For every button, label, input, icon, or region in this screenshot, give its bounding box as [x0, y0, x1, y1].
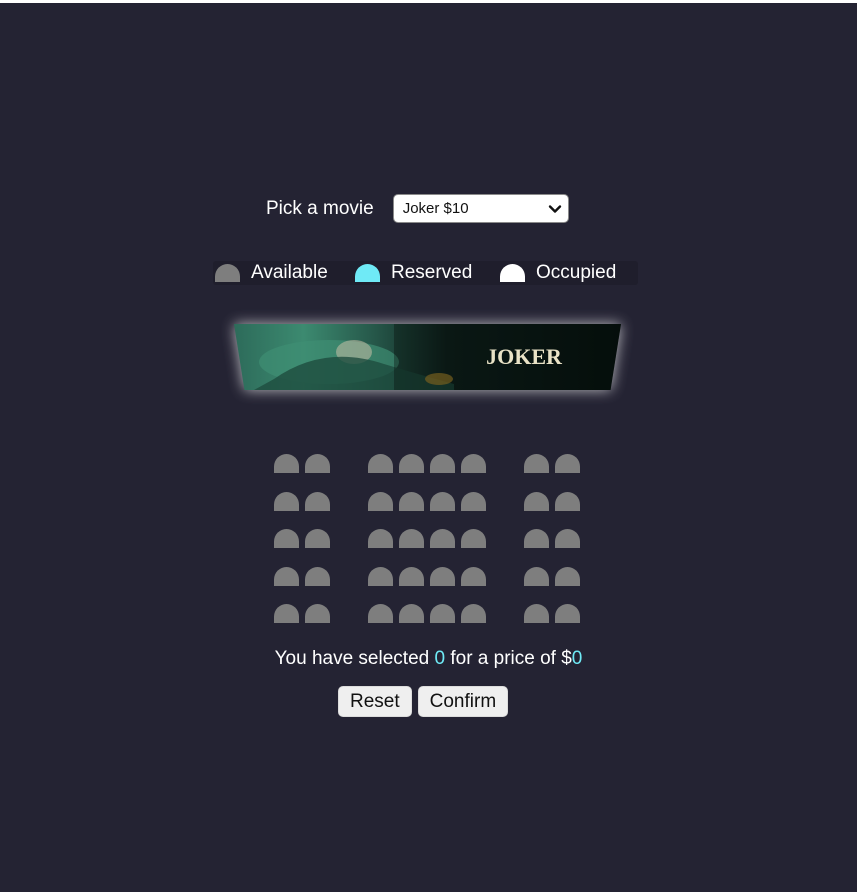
seat[interactable] — [399, 492, 424, 511]
action-buttons: Reset Confirm — [338, 686, 514, 717]
seat-row — [0, 604, 857, 623]
movie-select-value: Joker $10 — [402, 200, 469, 217]
seat[interactable] — [430, 529, 455, 548]
seat[interactable] — [368, 529, 393, 548]
movie-picker: Pick a movie Joker $10 — [266, 194, 569, 223]
seat[interactable] — [368, 567, 393, 586]
seat[interactable] — [524, 529, 549, 548]
seat[interactable] — [461, 604, 486, 623]
seat[interactable] — [430, 604, 455, 623]
legend-label-available: Available — [251, 262, 328, 283]
seat[interactable] — [555, 604, 580, 623]
seat[interactable] — [274, 529, 299, 548]
seat[interactable] — [524, 567, 549, 586]
seat[interactable] — [555, 492, 580, 511]
seat[interactable] — [305, 492, 330, 511]
seat[interactable] — [555, 529, 580, 548]
legend-label-reserved: Reserved — [391, 262, 473, 283]
seat[interactable] — [305, 567, 330, 586]
seat[interactable] — [524, 454, 549, 473]
seat[interactable] — [524, 604, 549, 623]
seat[interactable] — [399, 529, 424, 548]
seat[interactable] — [430, 454, 455, 473]
seat[interactable] — [274, 492, 299, 511]
seat[interactable] — [274, 604, 299, 623]
available-seat-icon — [215, 264, 240, 282]
seat[interactable] — [430, 567, 455, 586]
seat-row — [0, 492, 857, 511]
seat[interactable] — [274, 454, 299, 473]
seat[interactable] — [461, 454, 486, 473]
seat[interactable] — [305, 604, 330, 623]
seat-row — [0, 454, 857, 473]
total-price: 0 — [571, 648, 583, 669]
top-border — [0, 0, 857, 3]
seat-legend: Available Reserved Occupied — [213, 261, 638, 285]
legend-item-reserved: Reserved — [355, 261, 472, 285]
seat[interactable] — [368, 604, 393, 623]
reset-button[interactable]: Reset — [338, 686, 412, 717]
legend-label-occupied: Occupied — [536, 262, 617, 283]
seat[interactable] — [461, 492, 486, 511]
summary-prefix: You have selected — [274, 648, 430, 669]
movie-select[interactable]: Joker $10 — [392, 194, 569, 223]
seat-row — [0, 529, 857, 548]
selected-count: 0 — [434, 648, 446, 669]
poster-artwork: JOKER — [254, 324, 621, 390]
selection-summary: You have selected 0 for a price of $0 — [0, 647, 857, 671]
seat[interactable] — [399, 604, 424, 623]
seat[interactable] — [461, 567, 486, 586]
legend-item-occupied: Occupied — [500, 261, 616, 285]
seat[interactable] — [274, 567, 299, 586]
seat-row — [0, 567, 857, 586]
seat[interactable] — [555, 567, 580, 586]
seat[interactable] — [368, 492, 393, 511]
seat[interactable] — [368, 454, 393, 473]
seat[interactable] — [305, 529, 330, 548]
poster-title: JOKER — [486, 344, 563, 369]
seat[interactable] — [555, 454, 580, 473]
seat[interactable] — [430, 492, 455, 511]
reserved-seat-icon — [355, 264, 380, 282]
legend-item-available: Available — [215, 261, 328, 285]
seat[interactable] — [399, 454, 424, 473]
cinema-screen: JOKER — [234, 324, 621, 390]
movie-poster-image: JOKER — [234, 324, 621, 390]
movie-picker-label: Pick a movie — [266, 197, 374, 219]
chevron-down-icon — [548, 205, 561, 213]
occupied-seat-icon — [500, 264, 525, 282]
seat[interactable] — [461, 529, 486, 548]
summary-middle: for a price of $ — [450, 648, 572, 669]
seat[interactable] — [399, 567, 424, 586]
confirm-button[interactable]: Confirm — [417, 686, 509, 717]
seat[interactable] — [524, 492, 549, 511]
seat[interactable] — [305, 454, 330, 473]
